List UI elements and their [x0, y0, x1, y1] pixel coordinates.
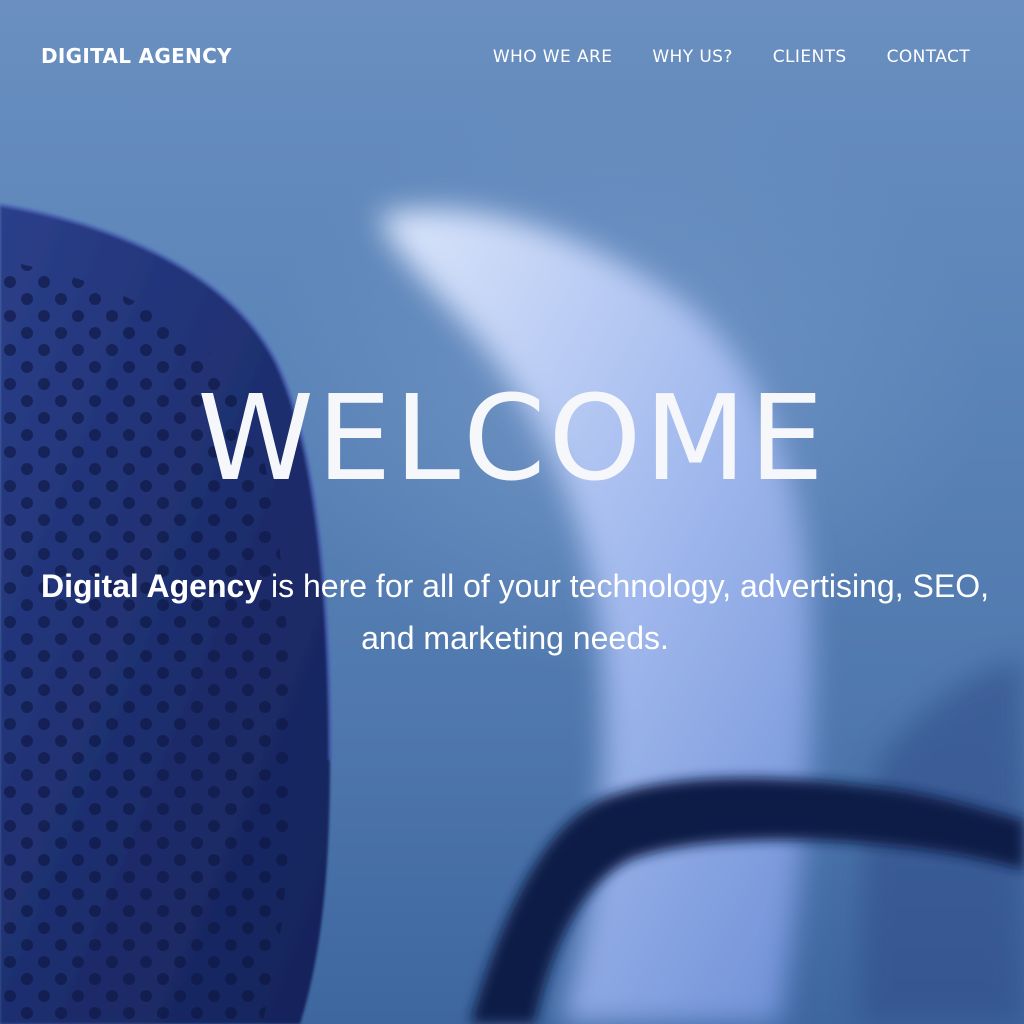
tagline-text: is here for all of your technology, adve… [262, 568, 989, 656]
hero-section: DIGITAL AGENCY WHO WE ARE WHY US? CLIENT… [0, 0, 1024, 1024]
brand-logo-text[interactable]: DIGITAL AGENCY [41, 44, 232, 68]
hero-headline: WELCOME [197, 369, 827, 507]
top-navigation-bar: DIGITAL AGENCY WHO WE ARE WHY US? CLIENT… [0, 0, 1024, 115]
nav-item-clients[interactable]: CLIENTS [773, 47, 847, 67]
nav-item-why-us[interactable]: WHY US? [652, 47, 732, 67]
hero-background-image [0, 203, 1024, 1024]
tagline-brand-name: Digital Agency [41, 568, 263, 604]
nav-item-who-we-are[interactable]: WHO WE ARE [493, 47, 613, 67]
main-nav: WHO WE ARE WHY US? CLIENTS CONTACT [493, 47, 970, 67]
nav-item-contact[interactable]: CONTACT [887, 47, 970, 67]
hero-tagline: Digital Agency is here for all of your t… [40, 560, 990, 664]
